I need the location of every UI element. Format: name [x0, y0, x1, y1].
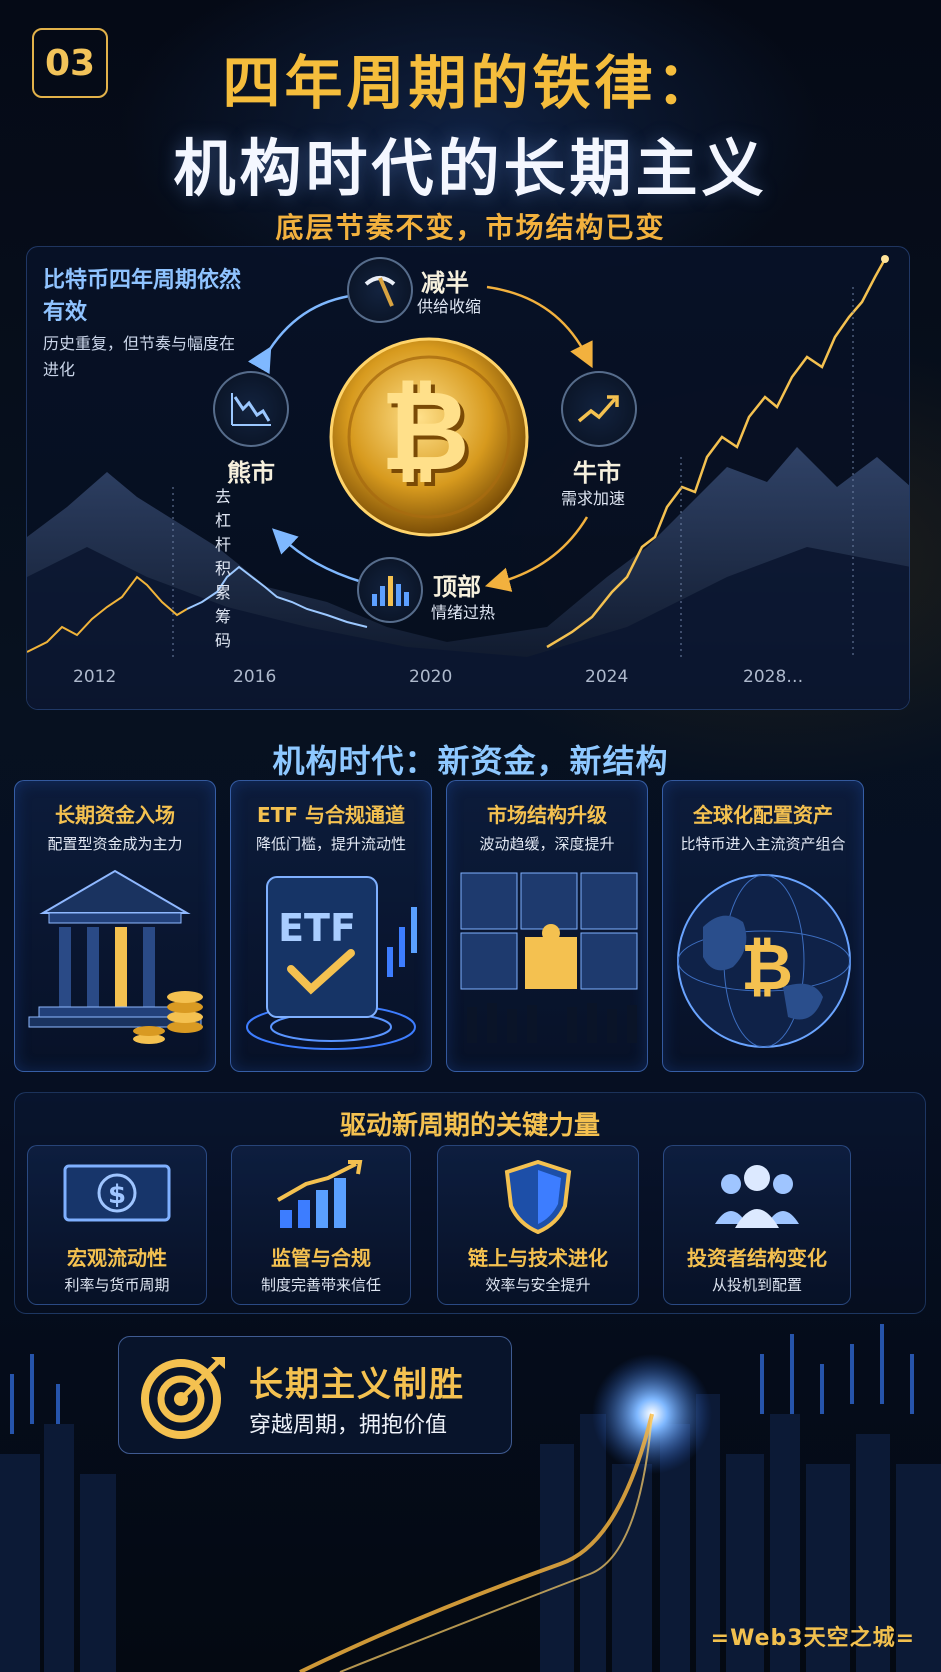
callout-title: 长期主义制胜: [249, 1365, 465, 1405]
svg-text:₿: ₿: [380, 367, 470, 495]
stage-name: 顶部: [433, 573, 481, 601]
stage-desc: 需求加速: [561, 489, 626, 508]
force-title: 链上与技术进化: [468, 1246, 608, 1270]
institutional-era-section: 机构时代：新资金，新结构 长期资金入场 配置型资金成为主力 ETF 与合规通道 …: [0, 712, 941, 1092]
card-global-allocation: 全球化配置资产 比特币进入主流资产组合 ₿: [662, 780, 864, 1072]
stage-desc: 情绪过热: [431, 603, 496, 622]
puzzle-icon: [460, 872, 638, 1043]
card-title: ETF 与合规通道: [257, 803, 405, 827]
force-regulation: 监管与合规 制度完善带来信任: [231, 1145, 411, 1305]
force-desc: 利率与货币周期: [64, 1276, 170, 1294]
page-subtitle: 底层节奏不变，市场结构已变: [275, 211, 666, 244]
force-title: 宏观流动性: [67, 1246, 167, 1270]
card-title: 长期资金入场: [55, 803, 175, 827]
year-label: 2028…: [743, 667, 804, 687]
bank-icon: [28, 869, 203, 1044]
callout-desc: 穿越周期，拥抱价值: [249, 1413, 448, 1438]
card-desc: 比特币进入主流资产组合: [680, 835, 846, 853]
force-investor-structure: 投资者结构变化 从投机到配置: [663, 1145, 851, 1305]
card-title: 市场结构升级: [487, 803, 607, 827]
target-icon: [141, 1357, 225, 1439]
four-year-cycle-panel: ₿ ₿ 比特币四年周期依然有效 历史重复，但节奏与幅度在进化 减半 供给收缩 牛…: [26, 246, 910, 710]
card-desc: 降低门槛，提升流动性: [255, 835, 406, 853]
force-title: 投资者结构变化: [687, 1246, 827, 1270]
stage-name: 减半: [421, 269, 469, 297]
force-desc: 从投机到配置: [711, 1276, 802, 1294]
page-title-line2: 机构时代的长期主义: [173, 132, 768, 205]
year-label: 2024: [585, 667, 629, 687]
card-long-term-capital: 长期资金入场 配置型资金成为主力: [14, 780, 216, 1072]
cycle-note: 历史重复，但节奏与幅度在进化: [43, 334, 236, 379]
card-title: 全球化配置资产: [693, 803, 833, 827]
card-desc: 配置型资金成为主力: [47, 835, 183, 853]
downtrend-icon: [213, 371, 289, 447]
year-label: 2012: [73, 667, 117, 687]
stage-desc: 去杠杆 积累筹码: [215, 487, 232, 650]
card-market-structure: 市场结构升级 波动趋缓，深度提升: [446, 780, 648, 1072]
globe-bitcoin-icon: ₿: [677, 874, 851, 1048]
growth-chart-icon: [277, 1160, 363, 1228]
pickaxe-icon: [347, 257, 413, 323]
force-macro-liquidity: $ 宏观流动性 利率与货币周期: [27, 1145, 207, 1305]
year-label: 2020: [409, 667, 453, 687]
stage-desc: 供给收缩: [417, 297, 482, 316]
people-icon: [715, 1165, 799, 1228]
etf-badge: ETF: [278, 906, 356, 950]
year-label: 2016: [233, 667, 277, 687]
long-termism-callout: 长期主义制胜 穿越周期，拥抱价值: [118, 1336, 512, 1454]
etf-check-icon: ETF: [246, 876, 417, 1050]
bar-peak-icon: [357, 557, 423, 623]
dollar-bill-icon: $: [63, 1164, 171, 1222]
svg-text:$: $: [108, 1180, 126, 1210]
card-desc: 波动趋缓，深度提升: [479, 835, 615, 853]
section-title: 机构时代：新资金，新结构: [272, 742, 669, 780]
force-desc: 效率与安全提升: [485, 1276, 591, 1294]
svg-text:₿: ₿: [741, 931, 793, 1005]
stage-name: 牛市: [573, 459, 621, 487]
stage-name: 熊市: [227, 459, 275, 487]
shield-icon: [504, 1160, 572, 1234]
force-title: 监管与合规: [271, 1246, 371, 1270]
force-onchain-tech: 链上与技术进化 效率与安全提升: [437, 1145, 639, 1305]
brand-watermark: =Web3天空之城=: [710, 1626, 915, 1651]
force-desc: 制度完善带来信任: [260, 1276, 381, 1294]
page-title-line1: 四年周期的铁律：: [222, 49, 719, 117]
uptrend-icon: [561, 371, 637, 447]
card-etf-channel: ETF 与合规通道 降低门槛，提升流动性 ETF: [230, 780, 432, 1072]
key-forces-section: 驱动新周期的关键力量 $ 宏观流动性 利率与货币周期 监管与合规 制度完善带来信…: [14, 1092, 926, 1314]
section-title: 驱动新周期的关键力量: [339, 1111, 600, 1141]
cycle-heading: 比特币四年周期依然有效: [43, 268, 242, 325]
